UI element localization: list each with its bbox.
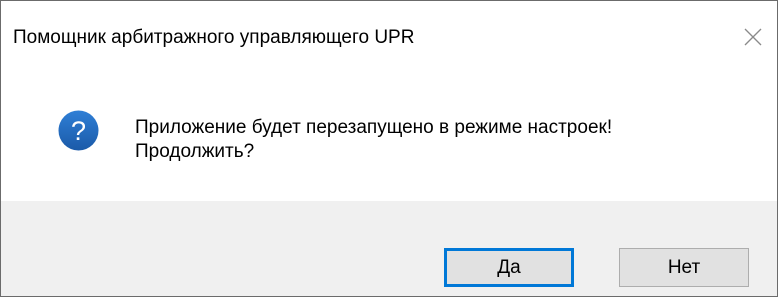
yes-button[interactable]: Да	[444, 248, 574, 287]
dialog-content: ? Приложение будет перезапущено в режиме…	[1, 73, 777, 201]
title-bar: Помощник арбитражного управляющего UPR	[1, 1, 777, 73]
window-title: Помощник арбитражного управляющего UPR	[13, 27, 415, 48]
svg-text:?: ?	[71, 116, 86, 146]
close-button[interactable]	[735, 21, 771, 53]
message-line-2: Продолжить?	[135, 141, 255, 162]
message-line-1: Приложение будет перезапущено в режиме н…	[135, 117, 613, 138]
button-bar: Да Нет	[1, 201, 777, 296]
message-text: Приложение будет перезапущено в режиме н…	[135, 116, 612, 164]
message-dialog: Помощник арбитражного управляющего UPR ?…	[0, 0, 778, 297]
close-icon	[744, 28, 762, 46]
question-icon: ?	[58, 110, 99, 151]
no-button[interactable]: Нет	[619, 248, 749, 287]
